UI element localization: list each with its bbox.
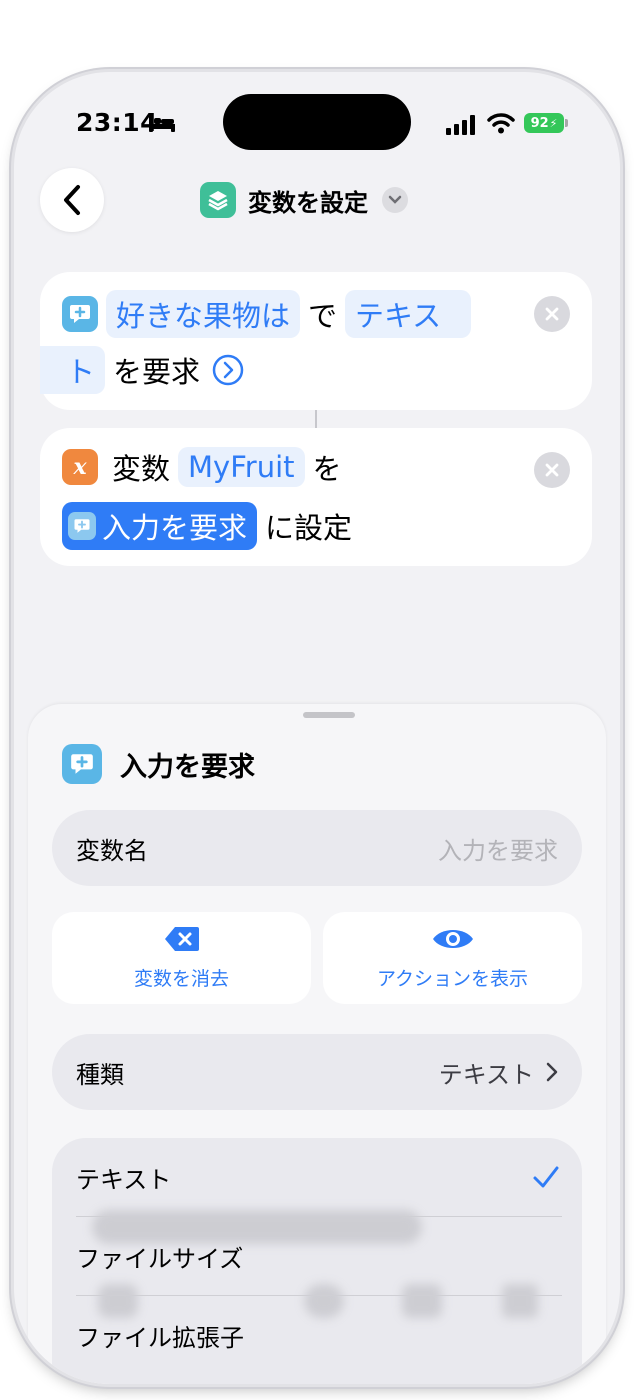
ask-for-input-icon: [68, 512, 96, 540]
input-type-token-continued[interactable]: ト: [40, 346, 106, 394]
action2-suffix: に設定: [265, 511, 353, 545]
sleep-focus-icon: [149, 116, 175, 132]
option-label: ファイルサイズ: [76, 1244, 244, 1273]
battery-level: 92: [530, 115, 549, 131]
nav-title: 変数を設定: [248, 188, 368, 217]
type-value: テキスト: [438, 1060, 534, 1089]
shortcuts-app-icon: [200, 182, 236, 218]
action2-line2: 入力を要求 に設定: [62, 502, 352, 550]
show-action-label: アクションを表示: [376, 967, 529, 990]
cellular-signal-icon: [446, 115, 475, 135]
type-options-list: テキスト ファイルサイズ ファイル拡張子: [52, 1138, 582, 1384]
ask-for-input-action-card[interactable]: 好きな果物は で テキス ト を要求: [40, 272, 592, 410]
delete-left-icon: [164, 926, 199, 951]
show-action-button[interactable]: アクションを表示: [323, 912, 582, 1004]
close-icon: [545, 463, 559, 477]
checkmark-icon: [533, 1166, 559, 1188]
action1-suffix: を要求: [113, 355, 201, 389]
clear-variable-label: 変数を消去: [133, 967, 229, 990]
ask-for-input-variable-token[interactable]: 入力を要求: [62, 502, 258, 550]
variable-icon: x: [62, 449, 98, 485]
particle-de: で: [308, 299, 338, 333]
back-button[interactable]: [40, 168, 104, 232]
sheet-title: 入力を要求: [120, 751, 255, 783]
option-item[interactable]: ファイルサイズ: [76, 1217, 560, 1295]
particle-wo: を: [312, 452, 342, 486]
action1-line2: ト を要求: [40, 346, 244, 394]
remove-action2-button[interactable]: [534, 452, 570, 488]
screen: 23:14 92 ⚡ 変数を設定 好きな果物は で テキス ト を要求 x 変数…: [14, 72, 620, 1384]
variable-name-placeholder: 入力を要求: [438, 836, 558, 865]
ask-for-input-icon: [62, 296, 98, 332]
option-item[interactable]: ファイル拡張子: [76, 1296, 560, 1374]
prompt-token[interactable]: 好きな果物は: [106, 290, 301, 338]
chevron-down-icon: [382, 187, 408, 213]
action-connector: [315, 410, 317, 428]
eye-icon: [432, 929, 473, 948]
ask-for-input-token-label: 入力を要求: [102, 511, 248, 545]
charging-bolt-icon: ⚡: [549, 116, 558, 130]
chevron-right-circle-icon[interactable]: [212, 354, 244, 386]
type-label: 種類: [76, 1060, 124, 1089]
action2-label: 変数: [112, 452, 171, 486]
status-bar: 23:14 92 ⚡: [14, 72, 620, 172]
sheet-header: 入力を要求: [62, 744, 255, 784]
chevron-right-icon: [546, 1062, 558, 1082]
option-label: テキスト: [76, 1165, 172, 1194]
variable-name-label: 変数名: [76, 836, 148, 865]
variable-name-token[interactable]: MyFruit: [178, 447, 305, 487]
chevron-left-icon: [64, 185, 80, 215]
dynamic-island: [223, 94, 411, 150]
status-time: 23:14: [76, 108, 159, 137]
close-icon: [545, 307, 559, 321]
type-row[interactable]: 種類 テキスト: [52, 1034, 582, 1110]
type-value-group: テキスト: [439, 1055, 558, 1090]
sheet-grabber[interactable]: [303, 712, 355, 718]
wifi-icon: [487, 113, 515, 134]
input-type-token[interactable]: テキス: [345, 290, 472, 338]
action2-line1: x 変数 MyFruit を: [62, 446, 342, 488]
token-fade: [492, 290, 520, 334]
option-item[interactable]: テキスト: [76, 1138, 560, 1216]
battery-icon: 92 ⚡: [524, 113, 564, 133]
phone-frame: 23:14 92 ⚡ 変数を設定 好きな果物は で テキス ト を要求 x 変数…: [14, 72, 620, 1384]
action1-line1: 好きな果物は で テキス: [62, 290, 472, 338]
variable-detail-sheet: 入力を要求 変数名 入力を要求 変数を消去 アクションを表示 種類 テキスト テ…: [28, 704, 606, 1384]
set-variable-action-card[interactable]: x 変数 MyFruit を 入力を要求 に設定: [40, 428, 592, 566]
option-label: ファイル拡張子: [76, 1323, 244, 1352]
nav-title-menu[interactable]: 変数を設定: [200, 180, 408, 220]
remove-action1-button[interactable]: [534, 296, 570, 332]
battery-tip: [565, 119, 568, 127]
ask-for-input-icon: [62, 744, 102, 784]
variable-name-field[interactable]: 変数名 入力を要求: [52, 810, 582, 886]
clear-variable-button[interactable]: 変数を消去: [52, 912, 311, 1004]
